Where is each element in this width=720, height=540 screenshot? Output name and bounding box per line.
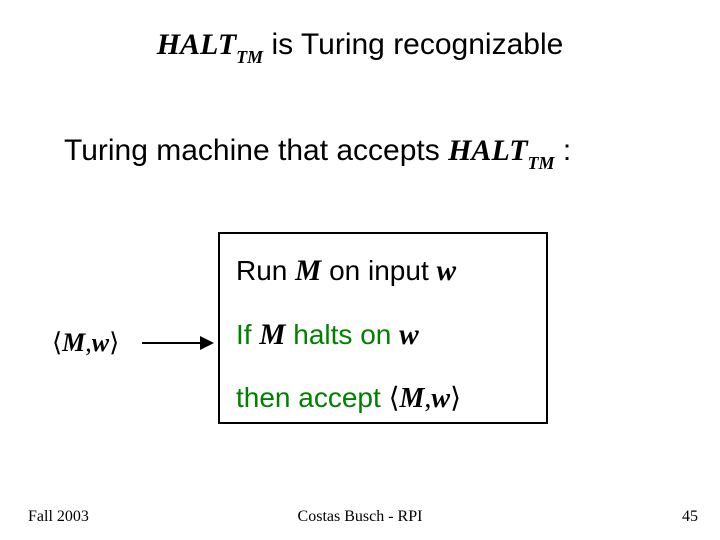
then-accept-label: then accept [236,382,389,413]
if-label: If [236,319,259,350]
slide: HALTTM is Turing recognizable Turing mac… [0,0,720,540]
algo-line-3: then accept ⟨M,w⟩ [236,379,530,418]
halt-symbol-main-2: HALT [448,134,527,167]
subtitle-text: Turing machine that accepts [64,134,448,167]
var-w-1: w [437,255,457,287]
on-input-label: on input [321,255,436,286]
input-tuple: ⟨M,w⟩ [52,328,119,358]
subtitle-colon: : [555,134,572,167]
slide-title: HALTTM is Turing recognizable [0,28,720,66]
algorithm-box: Run M on input w If M halts on w then ac… [218,232,548,424]
algo-line-2: If M halts on w [236,316,530,356]
var-m-2: M [259,319,285,351]
accept-m: M [400,383,425,414]
accept-w: w [431,383,450,414]
var-m-1: M [295,255,321,287]
run-label: Run [236,255,295,286]
tuple-m: M [62,328,85,357]
var-w-2: w [399,319,419,351]
accept-open: ⟨ [389,383,400,414]
halt-symbol-main: HALT [157,28,236,61]
slide-subtitle: Turing machine that accepts HALTTM : [64,134,571,172]
halt-symbol-sub-2: TM [528,153,555,173]
title-rest: is Turing recognizable [263,28,563,61]
accept-close: ⟩ [450,383,461,414]
tuple-close: ⟩ [109,328,119,357]
footer-page-number: 45 [682,508,698,526]
accept-tuple: ⟨M,w⟩ [389,383,461,414]
footer-center: Costas Busch - RPI [0,508,720,526]
arrow-icon [142,342,212,344]
halt-symbol-sub: TM [236,47,263,67]
tuple-w: w [92,328,109,357]
halts-on-label: halts on [285,319,399,350]
algo-line-1: Run M on input w [236,252,530,292]
tuple-open: ⟨ [52,328,62,357]
